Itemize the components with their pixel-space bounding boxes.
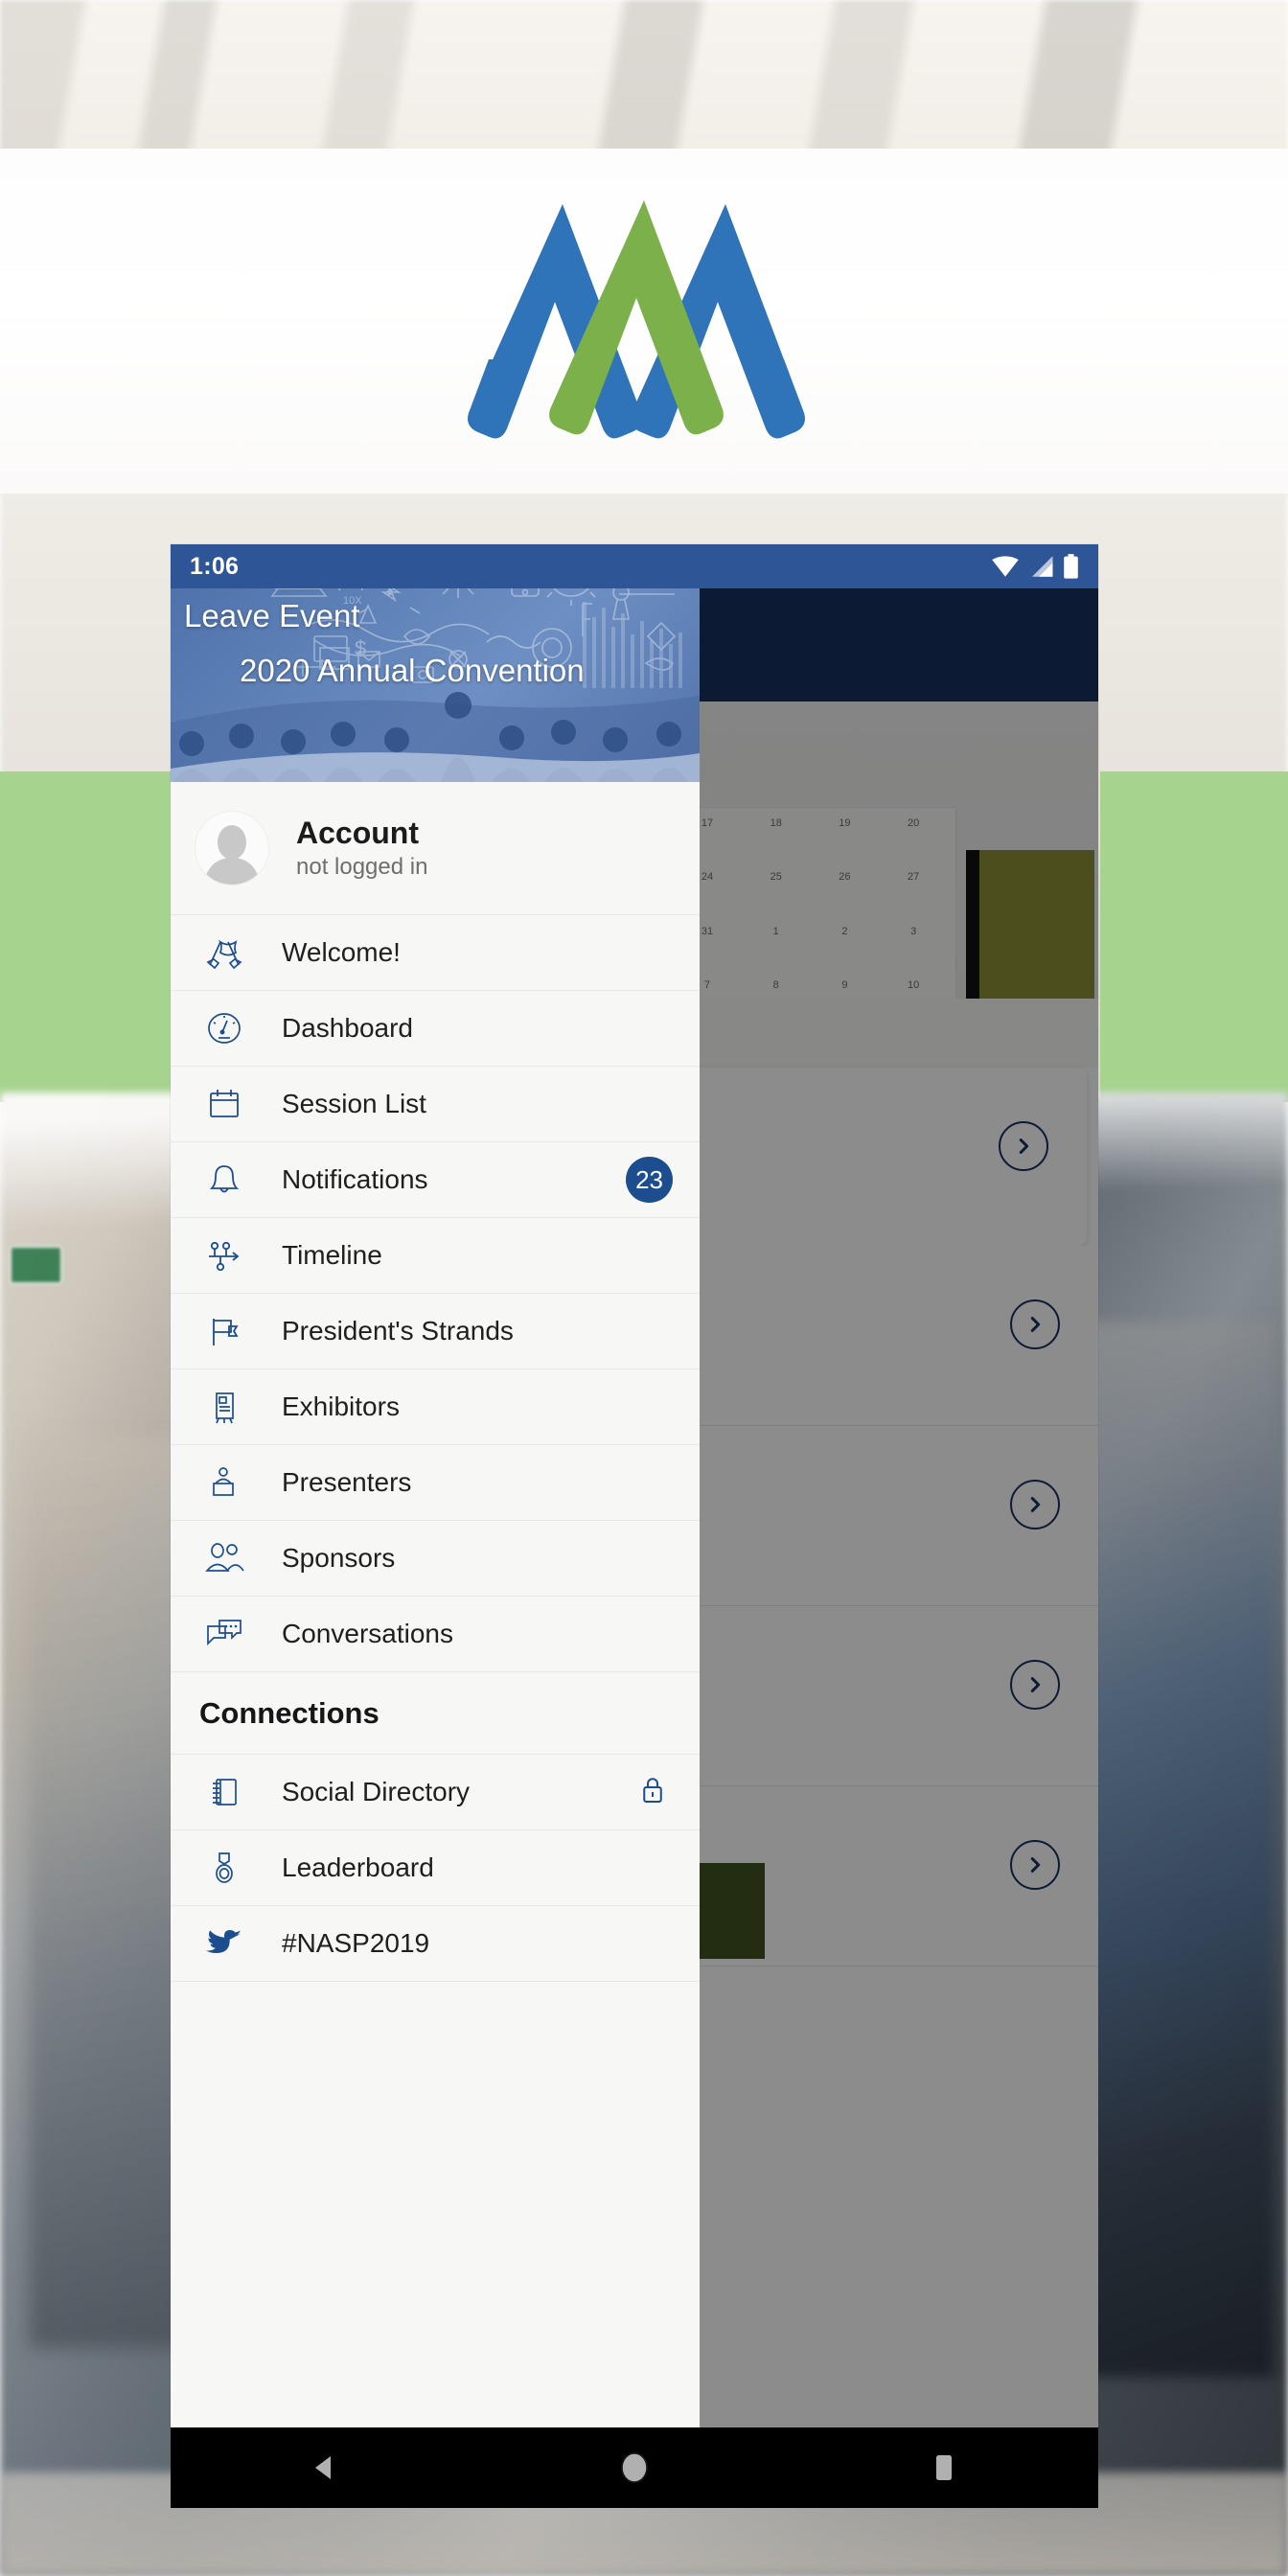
- drawer-menu: Welcome! Dashboard: [171, 915, 700, 1982]
- sidebar-item-label: Exhibitors: [282, 1392, 400, 1422]
- sidebar-item-label: Leaderboard: [282, 1852, 434, 1883]
- sidebar-item-notifications[interactable]: Notifications 23: [171, 1142, 700, 1218]
- status-bar: 1:06: [171, 544, 1098, 588]
- account-name: Account: [296, 816, 427, 851]
- event-title-label: 2020 Annual Convention: [240, 653, 585, 689]
- banner-stand-icon: [199, 1389, 249, 1425]
- account-status: not logged in: [296, 854, 427, 881]
- sidebar-item-leaderboard[interactable]: Leaderboard: [171, 1830, 700, 1906]
- sidebar-item-dashboard[interactable]: Dashboard: [171, 991, 700, 1067]
- podium-speaker-icon: [199, 1464, 249, 1501]
- nasp-triple-peak-logo: [467, 187, 821, 455]
- sidebar-item-sponsors[interactable]: Sponsors: [171, 1521, 700, 1597]
- nav-back-button[interactable]: [267, 2427, 382, 2508]
- sidebar-item-label: #NASP2019: [282, 1928, 429, 1959]
- leave-event-label[interactable]: Leave Event: [184, 598, 359, 634]
- sidebar-item-presidents-strands[interactable]: President's Strands: [171, 1294, 700, 1369]
- nav-recents-button[interactable]: [886, 2427, 1001, 2508]
- battery-icon: [1063, 554, 1079, 580]
- sidebar-item-label: President's Strands: [282, 1316, 514, 1346]
- calendar-icon: [199, 1086, 249, 1122]
- sidebar-item-welcome[interactable]: Welcome!: [171, 915, 700, 991]
- two-people-icon: [199, 1541, 249, 1576]
- nav-home-button[interactable]: [577, 2427, 692, 2508]
- back-triangle-icon: [308, 2450, 342, 2485]
- twitter-bird-icon: [199, 1927, 249, 1960]
- navigation-drawer: 10X $: [171, 544, 700, 2427]
- android-nav-bar: [171, 2427, 1098, 2508]
- sidebar-item-label: Notifications: [282, 1164, 428, 1195]
- notebook-icon: [199, 1774, 249, 1810]
- background-green-band-right: [1100, 771, 1288, 1102]
- recents-square-icon: [929, 2451, 959, 2484]
- sidebar-item-conversations[interactable]: Conversations: [171, 1597, 700, 1672]
- timeline-branch-icon: [199, 1238, 249, 1273]
- sidebar-item-session-list[interactable]: Session List: [171, 1067, 700, 1142]
- lock-icon: [640, 1776, 665, 1809]
- background-exit-sign: [10, 1246, 62, 1284]
- status-clock: 1:06: [190, 553, 239, 581]
- sidebar-item-label: Welcome!: [282, 937, 401, 968]
- sidebar-item-timeline[interactable]: Timeline: [171, 1218, 700, 1294]
- sidebar-item-label: Conversations: [282, 1619, 453, 1649]
- sidebar-item-label: Session List: [282, 1089, 426, 1119]
- sidebar-item-social-directory[interactable]: Social Directory: [171, 1755, 700, 1830]
- default-avatar-icon: [197, 819, 266, 885]
- avatar: [195, 811, 269, 886]
- screenshot-root: 141516 17181920 212223 24252627 282930 3…: [0, 0, 1288, 2576]
- account-text: Account not logged in: [296, 816, 427, 881]
- sidebar-item-label: Sponsors: [282, 1543, 395, 1574]
- sidebar-item-label: Social Directory: [282, 1777, 470, 1807]
- sidebar-item-label: Presenters: [282, 1467, 411, 1498]
- status-icon-group: [991, 554, 1079, 580]
- background-ceiling: [0, 0, 1288, 153]
- sidebar-item-presenters[interactable]: Presenters: [171, 1445, 700, 1521]
- sidebar-item-label: Dashboard: [282, 1013, 413, 1044]
- background-green-band-left: [0, 771, 172, 1102]
- sidebar-item-twitter-hashtag[interactable]: #NASP2019: [171, 1906, 700, 1982]
- wifi-icon: [991, 555, 1020, 578]
- brand-logo-band: [0, 149, 1288, 494]
- medal-icon: [199, 1850, 249, 1886]
- notifications-badge: 23: [626, 1157, 673, 1203]
- cell-signal-icon: [1028, 555, 1054, 578]
- crossed-flags-icon: [199, 936, 249, 969]
- flag-icon: [199, 1313, 249, 1349]
- bell-icon: [199, 1162, 249, 1198]
- sidebar-item-label: Timeline: [282, 1240, 382, 1271]
- home-circle-icon: [616, 2450, 653, 2486]
- gauge-icon: [199, 1010, 249, 1046]
- phone-screen: 141516 17181920 212223 24252627 282930 3…: [171, 544, 1098, 2427]
- account-row[interactable]: Account not logged in: [171, 782, 700, 915]
- sidebar-item-exhibitors[interactable]: Exhibitors: [171, 1369, 700, 1445]
- chat-bubbles-icon: [199, 1617, 249, 1651]
- section-header-connections: Connections: [171, 1672, 700, 1755]
- drawer-header-crowd: [171, 690, 700, 782]
